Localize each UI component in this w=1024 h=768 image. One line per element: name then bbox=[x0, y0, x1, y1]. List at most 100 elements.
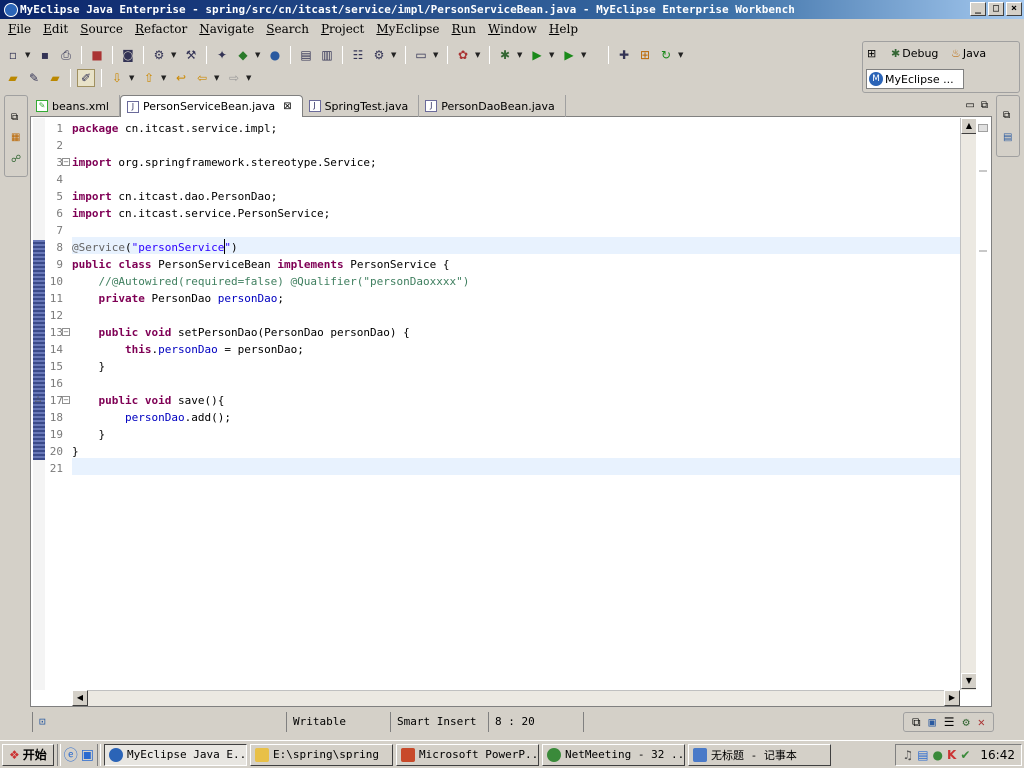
fold-toggle-icon[interactable]: − bbox=[62, 328, 70, 336]
task-powerpoint[interactable]: Microsoft PowerP... bbox=[396, 743, 540, 766]
open-task-icon[interactable]: ▰ bbox=[46, 69, 64, 87]
tab-springtest-java[interactable]: J SpringTest.java bbox=[303, 95, 420, 117]
minimize-button[interactable]: _ bbox=[970, 2, 986, 16]
open-type-icon[interactable]: ▤ bbox=[297, 46, 315, 64]
task-netmeeting[interactable]: NetMeeting - 32 ... bbox=[542, 743, 686, 766]
right-trim-stack: ⧉ ▤ bbox=[996, 95, 1020, 157]
volume-icon[interactable]: ♫ bbox=[902, 748, 913, 762]
fold-toggle-icon[interactable]: − bbox=[62, 158, 70, 166]
task-myeclipse[interactable]: MyEclipse Java E... bbox=[104, 743, 248, 766]
servers-icon[interactable]: ⚙ bbox=[963, 715, 970, 729]
restore-icon-right[interactable]: ⧉ bbox=[1003, 110, 1010, 121]
show-desktop-icon[interactable]: ▣ bbox=[81, 747, 94, 763]
debug-icon[interactable]: ✱ bbox=[496, 46, 514, 64]
code-editor[interactable]: package cn.itcast.service.impl; import or… bbox=[72, 118, 960, 690]
menu-run[interactable]: Run bbox=[446, 19, 483, 39]
code-line: import cn.itcast.service.PersonService; bbox=[72, 207, 331, 220]
menu-refactor[interactable]: Refactor bbox=[129, 19, 193, 39]
notepad-icon bbox=[693, 747, 708, 762]
new-java-class-icon[interactable]: ⊞ bbox=[636, 46, 654, 64]
code-line: } bbox=[72, 445, 79, 458]
tab-beans-xml[interactable]: ✎ beans.xml bbox=[30, 95, 120, 117]
web-browser-icon[interactable]: ● bbox=[266, 46, 284, 64]
tasks-icon[interactable]: ✕ bbox=[978, 715, 985, 729]
prev-annotation-icon[interactable]: ⇧ bbox=[140, 69, 158, 87]
highlight-icon[interactable]: ✐ bbox=[77, 69, 95, 87]
menu-myeclipse[interactable]: MyEclipse bbox=[370, 19, 445, 39]
hierarchy-icon[interactable]: ☷ bbox=[349, 46, 367, 64]
internet-explorer-icon[interactable]: ⓔ bbox=[64, 745, 78, 765]
menu-source[interactable]: Source bbox=[74, 19, 129, 39]
restore-trim-icon[interactable]: ⧉ bbox=[912, 715, 921, 730]
gear-icon[interactable]: ⚙ bbox=[370, 46, 388, 64]
server-manage-icon[interactable]: ⚒ bbox=[182, 46, 200, 64]
close-tab-icon[interactable]: ⊠ bbox=[283, 101, 291, 112]
console-icon[interactable]: ▣ bbox=[929, 715, 936, 729]
refresh-icon[interactable]: ↻ bbox=[657, 46, 675, 64]
start-button[interactable]: ❖ 开始 bbox=[2, 743, 54, 766]
new-wizard-icon[interactable]: ✦ bbox=[213, 46, 231, 64]
save-icon[interactable]: ▪ bbox=[36, 46, 54, 64]
new-class-icon[interactable]: ◆ bbox=[234, 46, 252, 64]
outline-icon[interactable]: ▤ bbox=[1003, 132, 1012, 143]
menu-window[interactable]: Window bbox=[482, 19, 543, 39]
run-external-icon[interactable]: ▶ bbox=[560, 46, 578, 64]
next-annotation-icon[interactable]: ⇩ bbox=[108, 69, 126, 87]
task-notepad[interactable]: 无标题 - 记事本 bbox=[688, 743, 832, 766]
open-perspective-button[interactable]: ⊞ bbox=[867, 47, 876, 60]
netmeeting-tray-icon[interactable]: ● bbox=[933, 748, 943, 762]
line-21-highlight bbox=[72, 458, 960, 475]
tab-persondaobean-java[interactable]: J PersonDaoBean.java bbox=[419, 95, 566, 117]
print-icon[interactable]: ⎙ bbox=[57, 46, 75, 64]
task-explorer[interactable]: E:\spring\spring bbox=[250, 743, 394, 766]
menu-file[interactable]: File bbox=[2, 19, 37, 39]
menu-help[interactable]: Help bbox=[543, 19, 584, 39]
run-icon[interactable]: ▶ bbox=[528, 46, 546, 64]
external-tools-icon[interactable]: ✿ bbox=[454, 46, 472, 64]
horizontal-scrollbar[interactable]: ◀ ▶ bbox=[72, 690, 960, 706]
network-icon[interactable]: ▤ bbox=[917, 748, 928, 762]
server-icon[interactable]: ◙ bbox=[119, 46, 137, 64]
debug-perspective-button[interactable]: ✱ Debug bbox=[891, 47, 938, 60]
package-explorer-icon[interactable]: ▦ bbox=[11, 132, 20, 143]
menu-navigate[interactable]: Navigate bbox=[193, 19, 260, 39]
forward-icon[interactable]: ⇨ bbox=[225, 69, 243, 87]
maximize-button[interactable]: □ bbox=[988, 2, 1004, 16]
open-perspective-icon: ⊞ bbox=[867, 47, 877, 60]
problems-icon[interactable]: ☰ bbox=[944, 715, 955, 729]
monitor-icon[interactable]: ▭ bbox=[412, 46, 430, 64]
scroll-left-arrow[interactable]: ◀ bbox=[72, 690, 88, 706]
left-trim-stack: ⧉ ▦ ☍ bbox=[4, 95, 28, 177]
powerpoint-icon bbox=[401, 747, 416, 762]
myeclipse-perspective-button[interactable]: M MyEclipse ... bbox=[866, 69, 964, 89]
maximize-editor-icon[interactable]: ⧉ bbox=[981, 100, 988, 111]
last-edit-icon[interactable]: ↩ bbox=[172, 69, 190, 87]
scroll-right-arrow[interactable]: ▶ bbox=[944, 690, 960, 706]
fast-view-icon[interactable]: ⊡ bbox=[39, 715, 46, 728]
vertical-scrollbar[interactable]: ▲ ▼ bbox=[960, 118, 977, 690]
close-button[interactable]: × bbox=[1006, 2, 1022, 16]
scroll-up-arrow[interactable]: ▲ bbox=[961, 118, 977, 134]
package-icon[interactable]: ■ bbox=[88, 46, 106, 64]
menu-search[interactable]: Search bbox=[260, 19, 315, 39]
hierarchy-view-icon[interactable]: ☍ bbox=[11, 154, 21, 165]
open-folder-icon[interactable]: ▰ bbox=[4, 69, 22, 87]
update-icon[interactable]: ✔ bbox=[960, 748, 970, 762]
back-icon[interactable]: ⇦ bbox=[193, 69, 211, 87]
restore-icon[interactable]: ⧉ bbox=[11, 112, 18, 123]
new-icon[interactable]: ▫ bbox=[4, 46, 22, 64]
status-bar: ⊡ Writable Smart Insert 8 : 20 ⧉ ▣ ☰ ⚙ ✕ bbox=[0, 710, 1024, 734]
scroll-down-arrow[interactable]: ▼ bbox=[961, 673, 977, 689]
antivirus-icon[interactable]: K bbox=[947, 748, 956, 762]
menu-edit[interactable]: Edit bbox=[37, 19, 74, 39]
minimize-editor-icon[interactable]: ▭ bbox=[965, 100, 974, 111]
overview-status-marker bbox=[978, 124, 988, 132]
menu-project[interactable]: Project bbox=[315, 19, 370, 39]
java-perspective-button[interactable]: ♨ Java bbox=[951, 47, 986, 60]
tab-personservicebean-java[interactable]: J PersonServiceBean.java ⊠ bbox=[119, 95, 303, 117]
fold-toggle-icon[interactable]: − bbox=[62, 396, 70, 404]
open-resource-icon[interactable]: ▥ bbox=[318, 46, 336, 64]
new-package-icon[interactable]: ✚ bbox=[615, 46, 633, 64]
wrench-icon[interactable]: ✎ bbox=[25, 69, 43, 87]
deploy-icon[interactable]: ⚙ bbox=[150, 46, 168, 64]
